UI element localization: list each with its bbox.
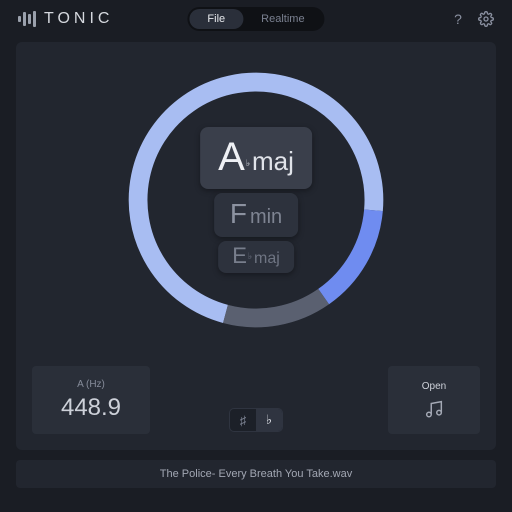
tab-file[interactable]: File bbox=[189, 9, 243, 29]
app-name: TONIC bbox=[44, 10, 113, 28]
help-icon[interactable]: ? bbox=[450, 11, 466, 27]
flat-button[interactable]: ♭ bbox=[256, 409, 282, 431]
sharp-button[interactable]: ♯ bbox=[230, 409, 256, 431]
open-label: Open bbox=[422, 381, 446, 392]
open-file-button[interactable]: Open bbox=[388, 366, 480, 434]
tuning-reference[interactable]: A (Hz) 448.9 bbox=[32, 366, 150, 434]
header: TONIC File Realtime ? bbox=[0, 0, 512, 36]
accidental-toggle: ♯ ♭ bbox=[229, 408, 283, 432]
key-accidental: ♭ bbox=[246, 159, 250, 168]
current-file-name: The Police- Every Breath You Take.wav bbox=[160, 468, 352, 480]
key-quality: maj bbox=[252, 148, 294, 174]
tuning-value: 448.9 bbox=[61, 394, 121, 422]
key-wheel: A♭maj Fmin E♭maj bbox=[122, 66, 390, 334]
key-results: A♭maj Fmin E♭maj bbox=[200, 127, 312, 273]
music-note-icon bbox=[423, 398, 445, 420]
key-note: A bbox=[218, 137, 245, 177]
tab-realtime[interactable]: Realtime bbox=[243, 9, 322, 29]
main-panel: A♭maj Fmin E♭maj A (Hz) 448.9 ♯ ♭ Open bbox=[16, 42, 496, 450]
key-note: E bbox=[232, 245, 247, 267]
key-result-secondary[interactable]: Fmin bbox=[214, 193, 298, 237]
key-result-tertiary[interactable]: E♭maj bbox=[218, 241, 294, 273]
file-name-bar[interactable]: The Police- Every Breath You Take.wav bbox=[16, 460, 496, 488]
logo: TONIC bbox=[18, 10, 113, 28]
key-note: F bbox=[230, 200, 247, 228]
key-accidental: ♭ bbox=[248, 252, 252, 261]
gear-icon[interactable] bbox=[478, 11, 494, 27]
tuning-label: A (Hz) bbox=[77, 379, 105, 390]
key-quality: maj bbox=[254, 251, 280, 267]
logo-icon bbox=[18, 10, 36, 28]
key-quality: min bbox=[250, 207, 282, 227]
mode-tabs: File Realtime bbox=[187, 7, 324, 31]
key-result-primary[interactable]: A♭maj bbox=[200, 127, 312, 189]
